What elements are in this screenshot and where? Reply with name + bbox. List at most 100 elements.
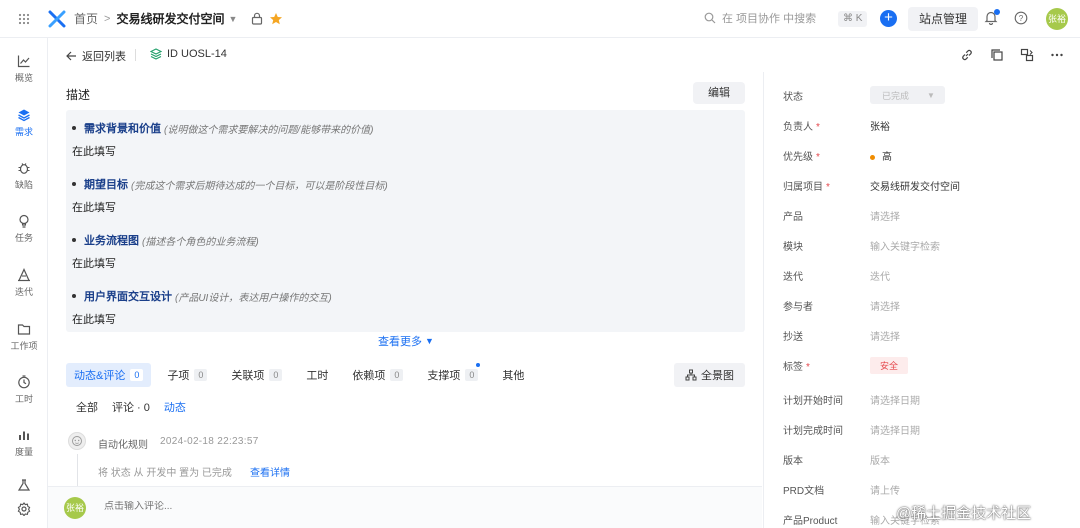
more-options-icon[interactable]	[1050, 48, 1064, 65]
arrow-left-icon	[66, 51, 76, 61]
tab-count: 0	[269, 369, 283, 381]
notification-bell-icon[interactable]	[984, 9, 1000, 28]
tab-dependencies[interactable]: 依赖项 0	[344, 363, 411, 387]
timeline-line	[77, 454, 78, 488]
description-section: 需求背景和价值 (说明做这个需求要解决的问题/能够带来的价值) 在此填写	[72, 120, 373, 159]
copy-icon[interactable]	[990, 48, 1004, 65]
plan-start-date-picker[interactable]: 请选择日期	[870, 392, 920, 407]
back-to-list-button[interactable]: 返回列表	[66, 48, 126, 64]
flask-icon[interactable]	[0, 479, 48, 491]
bullet-icon	[72, 238, 76, 242]
module-input[interactable]: 输入关键字检索	[870, 238, 940, 253]
chevron-down-icon[interactable]: ▼	[228, 14, 237, 24]
tab-activity-comments[interactable]: 动态&评论 0	[66, 363, 152, 387]
tab-count: 0	[130, 369, 144, 381]
show-more-link[interactable]: 查看更多 ▼	[378, 333, 434, 349]
comment-input[interactable]	[104, 501, 504, 512]
property-row-cc: 抄送 请选择	[783, 325, 1073, 345]
lock-icon[interactable]	[251, 12, 263, 25]
prd-upload[interactable]: 请上传	[870, 482, 900, 497]
sidebar-item-iterations[interactable]: 迭代	[0, 268, 48, 298]
issue-id[interactable]: ID UOSL-14	[150, 48, 227, 60]
property-key: 模块	[783, 241, 803, 253]
tab-label: 动态&评论	[74, 370, 126, 382]
breadcrumb-home[interactable]: 首页	[74, 10, 98, 27]
view-details-link[interactable]: 查看详情	[250, 464, 290, 479]
svg-text:?: ?	[1019, 14, 1024, 23]
filter-all[interactable]: 全部	[76, 399, 98, 415]
star-icon[interactable]	[269, 12, 283, 26]
priority-value[interactable]: 高	[870, 148, 892, 163]
chart-line-icon	[17, 55, 30, 68]
product-select[interactable]: 请选择	[870, 208, 900, 223]
filter-activity[interactable]: 动态	[164, 399, 186, 415]
iteration-select[interactable]: 迭代	[870, 268, 890, 283]
property-key: 版本	[783, 455, 803, 467]
breadcrumb-project[interactable]: 交易线研发交付空间	[116, 10, 224, 27]
bullet-icon	[72, 182, 76, 186]
property-row-assignee: 负责人 * 张裕	[783, 115, 1073, 135]
tab-worklog[interactable]: 工时	[298, 363, 336, 387]
section-fill: 在此填写	[72, 146, 116, 158]
switch-view-icon[interactable]	[1020, 48, 1034, 65]
tab-label: 子项	[167, 370, 190, 382]
apps-grid-icon[interactable]	[0, 0, 48, 38]
product-logo-icon[interactable]	[48, 10, 66, 28]
issue-id-text: ID UOSL-14	[167, 48, 227, 60]
project-value[interactable]: 交易线研发交付空间	[870, 178, 960, 193]
sidebar-item-metrics[interactable]: 度量	[0, 428, 48, 458]
tab-other[interactable]: 其他	[494, 363, 532, 387]
filter-comments[interactable]: 评论 · 0	[112, 399, 150, 415]
property-row-product: 产品 请选择	[783, 205, 1073, 225]
sidebar-item-work-items[interactable]: 工作项	[0, 322, 48, 352]
sidebar-item-bugs[interactable]: 缺陷	[0, 161, 48, 191]
section-name: 用户界面交互设计	[84, 291, 172, 303]
section-hint: (描述各个角色的业务流程)	[142, 236, 259, 248]
help-icon[interactable]: ?	[1014, 11, 1028, 28]
description-section: 业务流程图 (描述各个角色的业务流程) 在此填写	[72, 232, 259, 271]
tab-supports[interactable]: 支撑项 0	[419, 363, 486, 387]
sidebar-item-requirements[interactable]: 需求	[0, 108, 48, 138]
status-select[interactable]: 已完成 ▼	[870, 86, 945, 104]
chevron-down-icon: ▼	[425, 336, 434, 346]
tab-label: 依赖项	[352, 370, 386, 382]
full-view-button[interactable]: 全景图	[674, 363, 745, 387]
requirement-type-icon	[150, 48, 162, 60]
tab-subitems[interactable]: 子项 0	[159, 363, 215, 387]
participants-select[interactable]: 请选择	[870, 298, 900, 313]
tab-count: 0	[465, 369, 479, 381]
sidebar-item-label: 缺陷	[14, 180, 33, 190]
header-actions	[960, 48, 1080, 65]
required-mark: *	[806, 361, 810, 373]
global-search[interactable]: 在 项目协作 中搜索	[704, 10, 816, 26]
sidebar-item-tasks[interactable]: 任务	[0, 214, 48, 244]
version-select[interactable]: 版本	[870, 452, 890, 467]
cc-select[interactable]: 请选择	[870, 328, 900, 343]
assignee-value[interactable]: 张裕	[870, 118, 890, 133]
settings-gear-icon[interactable]	[0, 502, 48, 516]
site-admin-button[interactable]: 站点管理	[908, 7, 979, 31]
create-button[interactable]: +	[880, 10, 897, 27]
sidebar-item-worklog[interactable]: 工时	[0, 375, 48, 405]
plan-end-date-picker[interactable]: 请选择日期	[870, 422, 920, 437]
edit-button[interactable]: 编辑	[693, 82, 745, 104]
comment-user-avatar: 张裕	[64, 497, 86, 519]
required-mark: *	[816, 151, 820, 163]
sidebar-item-label: 概览	[14, 73, 33, 83]
section-name: 需求背景和价值	[84, 123, 161, 135]
property-key: 归属项目 *	[783, 181, 830, 193]
priority-dot-icon	[870, 154, 875, 160]
tag-badge[interactable]: 安全	[870, 356, 909, 374]
section-heading: 用户界面交互设计 (产品UI设计，表达用户操作的交互)	[72, 288, 332, 304]
link-icon[interactable]	[960, 48, 974, 65]
breadcrumb: 首页 > 交易线研发交付空间 ▼	[74, 10, 237, 27]
description-body[interactable]: 需求背景和价值 (说明做这个需求要解决的问题/能够带来的价值) 在此填写 期望目…	[66, 110, 745, 332]
user-avatar[interactable]: 张裕	[1046, 8, 1068, 30]
detail-header: 返回列表 ID UOSL-14	[48, 38, 1080, 72]
tab-related[interactable]: 关联项 0	[223, 363, 290, 387]
sidebar-item-overview[interactable]: 概览	[0, 54, 48, 84]
sidebar-item-label: 需求	[14, 127, 33, 137]
chevron-right-icon: >	[104, 12, 111, 25]
bug-icon	[18, 163, 30, 174]
robot-avatar-icon	[68, 432, 86, 450]
